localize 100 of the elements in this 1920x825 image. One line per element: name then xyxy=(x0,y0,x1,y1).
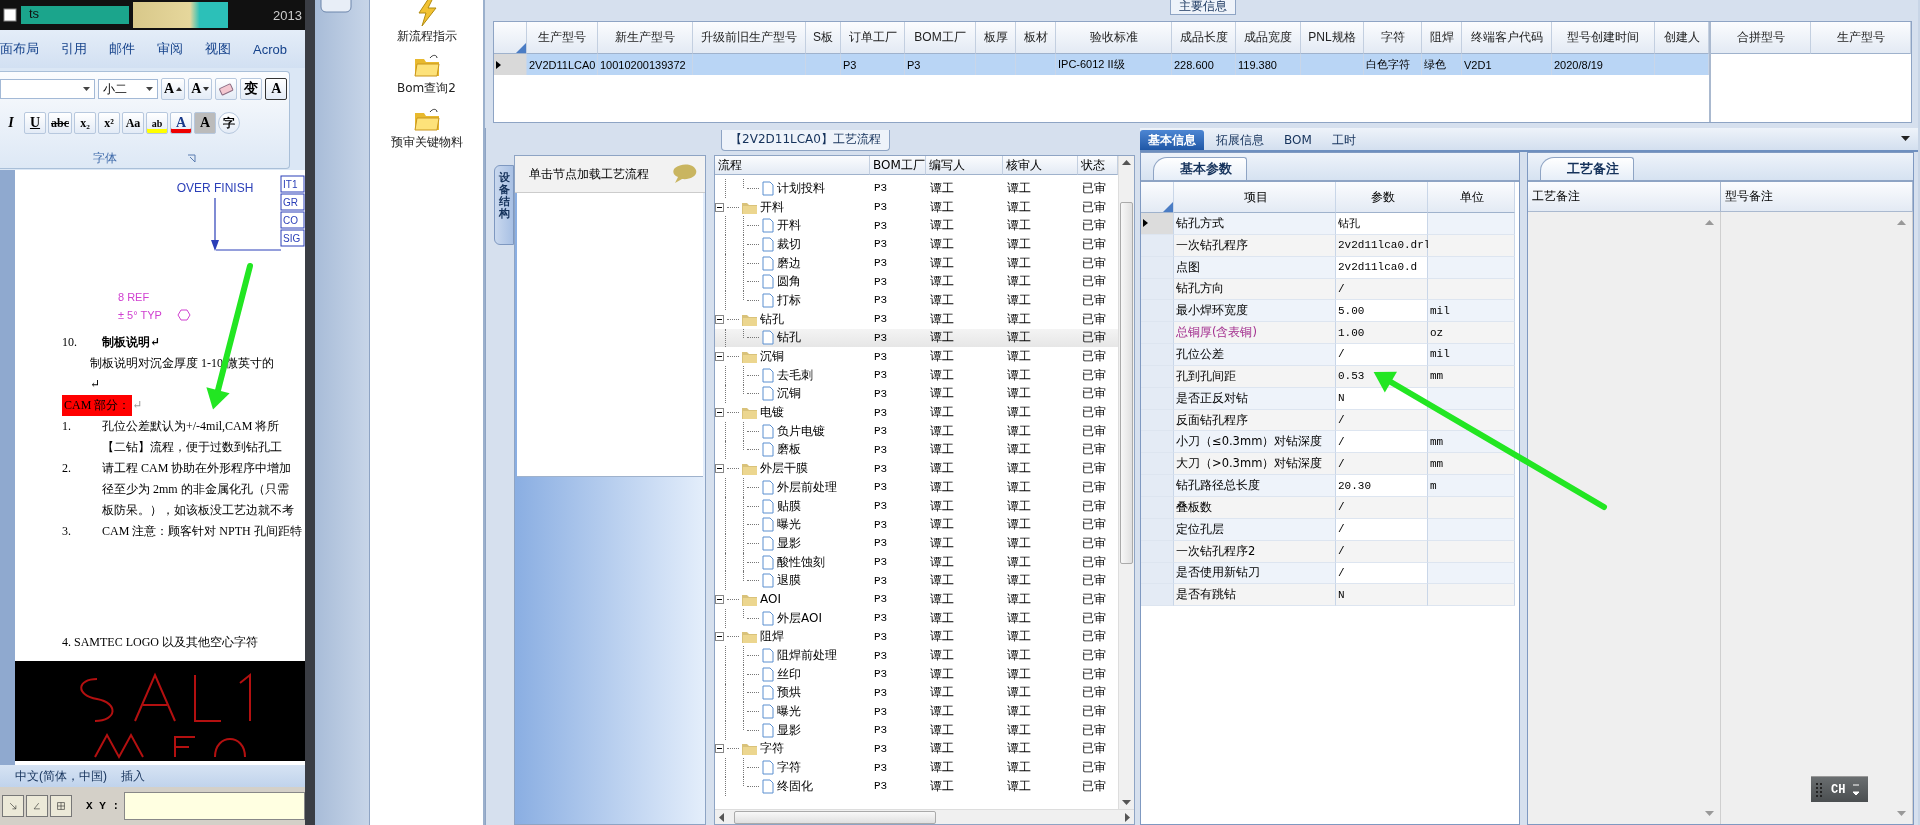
enclose-character-button[interactable]: 字 xyxy=(218,112,240,134)
tree-row[interactable]: 钻孔 P3 谭工 谭工 已审 xyxy=(715,309,1118,329)
column-header[interactable]: 核审人 xyxy=(1003,156,1078,175)
ribbon-tab[interactable]: Acrob xyxy=(253,41,287,57)
column-header[interactable]: 参数 xyxy=(1336,182,1428,213)
superscript-button[interactable]: x² xyxy=(98,112,120,134)
scrollbar[interactable] xyxy=(715,809,1134,824)
tree-node[interactable]: 预烘 xyxy=(777,684,801,702)
tree-row[interactable]: 裁切 P3 谭工 谭工 已审 xyxy=(715,235,1118,254)
shrink-font-button[interactable]: A xyxy=(188,78,213,100)
collapse-icon[interactable] xyxy=(715,352,724,362)
tree-node[interactable]: 沉铜 xyxy=(777,385,801,403)
status-item[interactable]: 插入 xyxy=(121,767,145,785)
coordinate-field[interactable] xyxy=(124,792,305,820)
collapse-icon[interactable] xyxy=(715,744,724,754)
tree-node[interactable]: 阻焊前处理 xyxy=(777,647,837,665)
tree-node[interactable]: 开料 xyxy=(777,217,801,235)
tree-row[interactable]: 贴膜 P3 谭工 谭工 已审 xyxy=(715,496,1118,516)
tree-node[interactable]: 曝光 xyxy=(777,703,801,721)
tree-row[interactable]: 阻焊 P3 谭工 谭工 已审 xyxy=(715,627,1118,647)
tree-row[interactable]: 字符 P3 谭工 谭工 已审 xyxy=(715,739,1118,759)
font-color-button[interactable]: A xyxy=(170,112,192,134)
scrollbar[interactable] xyxy=(1118,156,1134,809)
tree-node[interactable]: 曝光 xyxy=(777,516,801,534)
column-header[interactable]: 验收标准 xyxy=(1056,22,1172,54)
info-tab[interactable]: 基本信息 xyxy=(1140,130,1204,150)
tree-row[interactable]: 圆角 P3 谭工 谭工 已审 xyxy=(715,272,1118,292)
column-header[interactable]: 成品宽度 xyxy=(1236,22,1301,54)
tree-row[interactable]: 外层干膜 P3 谭工 谭工 已审 xyxy=(715,459,1118,478)
column-header[interactable]: BOM工厂 xyxy=(905,22,976,54)
font-size-field[interactable]: 小二 xyxy=(98,79,158,99)
row-header[interactable] xyxy=(494,54,527,75)
tree-node[interactable]: 钻孔 xyxy=(777,329,801,347)
tree-row[interactable]: 曝光 P3 谭工 谭工 已审 xyxy=(715,515,1118,535)
column-header[interactable]: 单位 xyxy=(1428,182,1515,213)
column-header[interactable]: 字符 xyxy=(1364,22,1422,54)
tree-row[interactable]: 开料 P3 谭工 谭工 已审 xyxy=(715,197,1118,217)
font-name-field[interactable] xyxy=(0,79,95,99)
collapse-icon[interactable] xyxy=(715,632,724,642)
underline-button[interactable]: U xyxy=(24,112,46,134)
column-header[interactable]: PNL规格 xyxy=(1301,22,1364,54)
collapse-icon[interactable] xyxy=(715,408,724,418)
scroll-up-icon[interactable] xyxy=(1122,160,1131,165)
side-tab[interactable]: 设备结构 xyxy=(494,165,514,245)
taskbar-button[interactable]: ts xyxy=(21,6,129,24)
tree-node[interactable]: 退膜 xyxy=(777,572,801,590)
strikethrough-button[interactable]: abc xyxy=(48,112,72,134)
tree-row[interactable]: 阻焊前处理 P3 谭工 谭工 已审 xyxy=(715,646,1118,665)
tree-node[interactable]: 阻焊 xyxy=(760,628,784,646)
info-tab[interactable]: 工时 xyxy=(1323,130,1364,150)
info-tab[interactable]: 拓展信息 xyxy=(1208,130,1272,150)
tree-row[interactable]: 曝光 P3 谭工 谭工 已审 xyxy=(715,702,1118,721)
clear-format-button[interactable] xyxy=(215,78,238,100)
tree-node[interactable]: 打标 xyxy=(777,291,801,309)
column-header[interactable]: 创建人 xyxy=(1655,22,1709,54)
column-header[interactable]: 项目 xyxy=(1174,182,1336,213)
collapse-icon[interactable] xyxy=(715,202,724,212)
dropdown-icon[interactable] xyxy=(1901,136,1910,141)
column-header[interactable]: 状态 xyxy=(1078,156,1118,175)
panel-tab[interactable]: 工艺备注 xyxy=(1540,157,1634,180)
dialog-launcher-icon[interactable] xyxy=(187,153,196,163)
column-header[interactable]: 阻焊 xyxy=(1422,22,1462,54)
change-case-button[interactable]: Aa xyxy=(122,112,144,134)
tree-row[interactable]: 沉铜 P3 谭工 谭工 已审 xyxy=(715,347,1118,366)
column-header[interactable]: 生产型号 xyxy=(1811,22,1911,54)
collapse-icon[interactable] xyxy=(715,464,724,474)
tree-row[interactable]: 显影 P3 谭工 谭工 已审 xyxy=(715,534,1118,553)
tree-row[interactable]: 负片电镀 P3 谭工 谭工 已审 xyxy=(715,421,1118,441)
tree-node[interactable]: 钻孔 xyxy=(760,310,784,328)
grow-font-button[interactable]: A xyxy=(161,78,186,100)
tree-node[interactable]: 沉铜 xyxy=(760,348,784,366)
column-header[interactable]: 板材 xyxy=(1016,22,1056,54)
character-shading-button[interactable]: A xyxy=(194,112,216,134)
column-header[interactable]: S板 xyxy=(806,22,841,54)
column-header[interactable]: 终端客户代码 xyxy=(1462,22,1552,54)
tree-node[interactable]: 终固化 xyxy=(777,777,813,795)
column-header[interactable]: 板厚 xyxy=(976,22,1016,54)
ribbon-tab[interactable]: 邮件 xyxy=(109,40,135,58)
character-border-button[interactable]: A xyxy=(265,78,288,100)
tree-row[interactable]: 丝印 P3 谭工 谭工 已审 xyxy=(715,664,1118,684)
column-header[interactable]: 型号创建时间 xyxy=(1552,22,1655,54)
column-header[interactable]: BOM工厂 xyxy=(870,156,926,175)
taskbar-button[interactable] xyxy=(133,2,228,28)
tree-node[interactable]: 贴膜 xyxy=(777,497,801,515)
panel-tab[interactable]: 基本参数 xyxy=(1153,157,1247,180)
tree-node[interactable]: 负片电镀 xyxy=(777,422,825,440)
phonetic-guide-button[interactable]: 变 xyxy=(240,78,263,100)
tree-node[interactable]: 开料 xyxy=(760,198,784,216)
column-header[interactable]: 生产型号 xyxy=(527,22,598,54)
tree-row[interactable]: 磨板 P3 谭工 谭工 已审 xyxy=(715,440,1118,460)
tree-node[interactable]: AOI xyxy=(760,592,781,607)
tree-row[interactable]: 外层前处理 P3 谭工 谭工 已审 xyxy=(715,478,1118,497)
tree-row[interactable]: 钻孔 P3 谭工 谭工 已审 xyxy=(715,328,1118,348)
tool-label[interactable]: 预审关键物料 xyxy=(390,134,463,151)
subscript-button[interactable]: x₂ xyxy=(74,112,96,134)
tree-node[interactable]: 外层干膜 xyxy=(760,460,808,478)
tree-row[interactable]: 电镀 P3 谭工 谭工 已审 xyxy=(715,403,1118,422)
ribbon-tab[interactable]: 面布局 xyxy=(0,40,39,58)
column-header[interactable]: 成品长度 xyxy=(1172,22,1236,54)
column-header[interactable]: 流程 xyxy=(715,156,870,175)
